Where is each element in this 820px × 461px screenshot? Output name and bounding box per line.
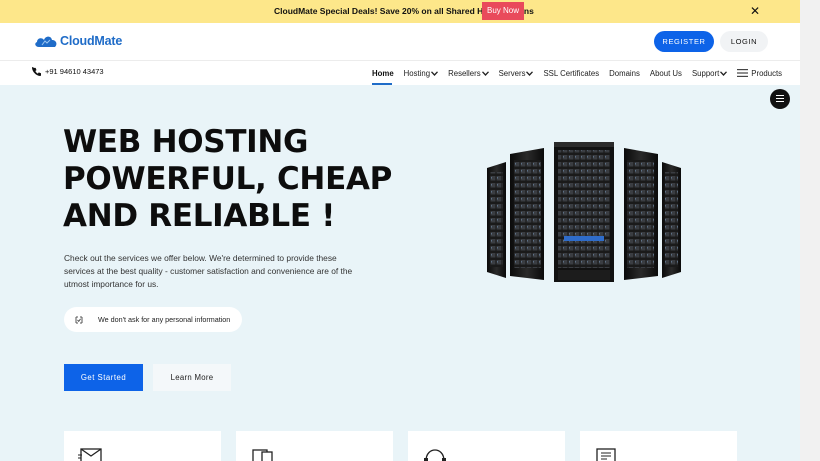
chevron-down-icon <box>720 70 728 76</box>
feature-card[interactable] <box>236 431 393 461</box>
support-icon <box>424 449 446 461</box>
hero-description: Check out the services we offer below. W… <box>64 253 353 289</box>
nav-label: About Us <box>649 68 682 78</box>
nav-label: SSL Certificates <box>543 68 600 78</box>
nav-label: Resellers <box>448 68 481 78</box>
mail-icon <box>78 448 102 461</box>
nav-about-us[interactable]: About Us <box>650 69 682 78</box>
hero-title-line: AND RELIABLE ! <box>63 198 336 234</box>
nav-label: Support <box>691 68 720 78</box>
hero-title-line: POWERFUL, CHEAP <box>63 161 393 197</box>
nav-products[interactable]: Products <box>737 69 782 78</box>
promo-bar: CloudMate Special Deals! Save 20% on all… <box>0 0 800 23</box>
header-divider <box>0 60 800 61</box>
privacy-note: We don't ask for any personal informatio… <box>64 307 242 332</box>
nav-support[interactable]: Support <box>691 68 728 78</box>
learn-more-button[interactable]: Learn More <box>153 364 231 391</box>
nav-resellers[interactable]: Resellers <box>448 69 489 78</box>
nav-label: Servers <box>498 68 526 78</box>
login-button[interactable]: LOGIN <box>720 31 768 52</box>
nav-home[interactable]: Home <box>372 69 394 78</box>
nav-label: Domains <box>609 68 640 78</box>
hero-title-line: WEB HOSTING <box>63 124 309 160</box>
chevron-down-icon <box>481 70 489 76</box>
hero-title: WEB HOSTING POWERFUL, CHEAP AND RELIABLE… <box>63 124 392 235</box>
hamburger-icon <box>737 69 749 77</box>
nav-servers[interactable]: Servers <box>499 69 534 78</box>
main-nav: Home Hosting Resellers Servers SSL Certi… <box>372 67 782 79</box>
shield-check-icon <box>75 316 83 323</box>
server-rack-image <box>487 142 681 282</box>
nav-domains[interactable]: Domains <box>609 69 640 78</box>
register-button[interactable]: REGISTER <box>654 31 714 52</box>
page-scrollbar[interactable] <box>800 0 820 461</box>
chevron-down-icon <box>526 70 534 76</box>
nav-label: Products <box>751 68 783 78</box>
feature-card[interactable] <box>64 431 221 461</box>
phone-number: +91 94610 43473 <box>45 67 104 76</box>
nav-hosting[interactable]: Hosting <box>403 68 439 78</box>
nav-label: Home <box>372 68 394 78</box>
feature-card[interactable] <box>408 431 565 461</box>
feature-card[interactable] <box>580 431 737 461</box>
logo[interactable]: CloudMate <box>34 34 122 48</box>
buy-now-button[interactable]: Buy Now <box>482 2 524 20</box>
chevron-down-icon <box>431 70 439 76</box>
nav-label: Hosting <box>403 68 431 78</box>
phone-icon <box>32 67 41 76</box>
nav-ssl-certificates[interactable]: SSL Certificates <box>543 69 599 78</box>
privacy-text: We don't ask for any personal informatio… <box>98 315 231 324</box>
cloud-logo-icon <box>35 36 57 47</box>
filter-menu-button[interactable] <box>770 89 790 109</box>
get-started-button[interactable]: Get Started <box>64 364 143 391</box>
invoice-icon <box>596 448 616 461</box>
phone-contact[interactable]: +91 94610 43473 <box>32 67 104 76</box>
logo-text: CloudMate <box>60 34 123 48</box>
devices-icon <box>252 449 273 461</box>
close-icon[interactable]: ✕ <box>750 4 760 18</box>
